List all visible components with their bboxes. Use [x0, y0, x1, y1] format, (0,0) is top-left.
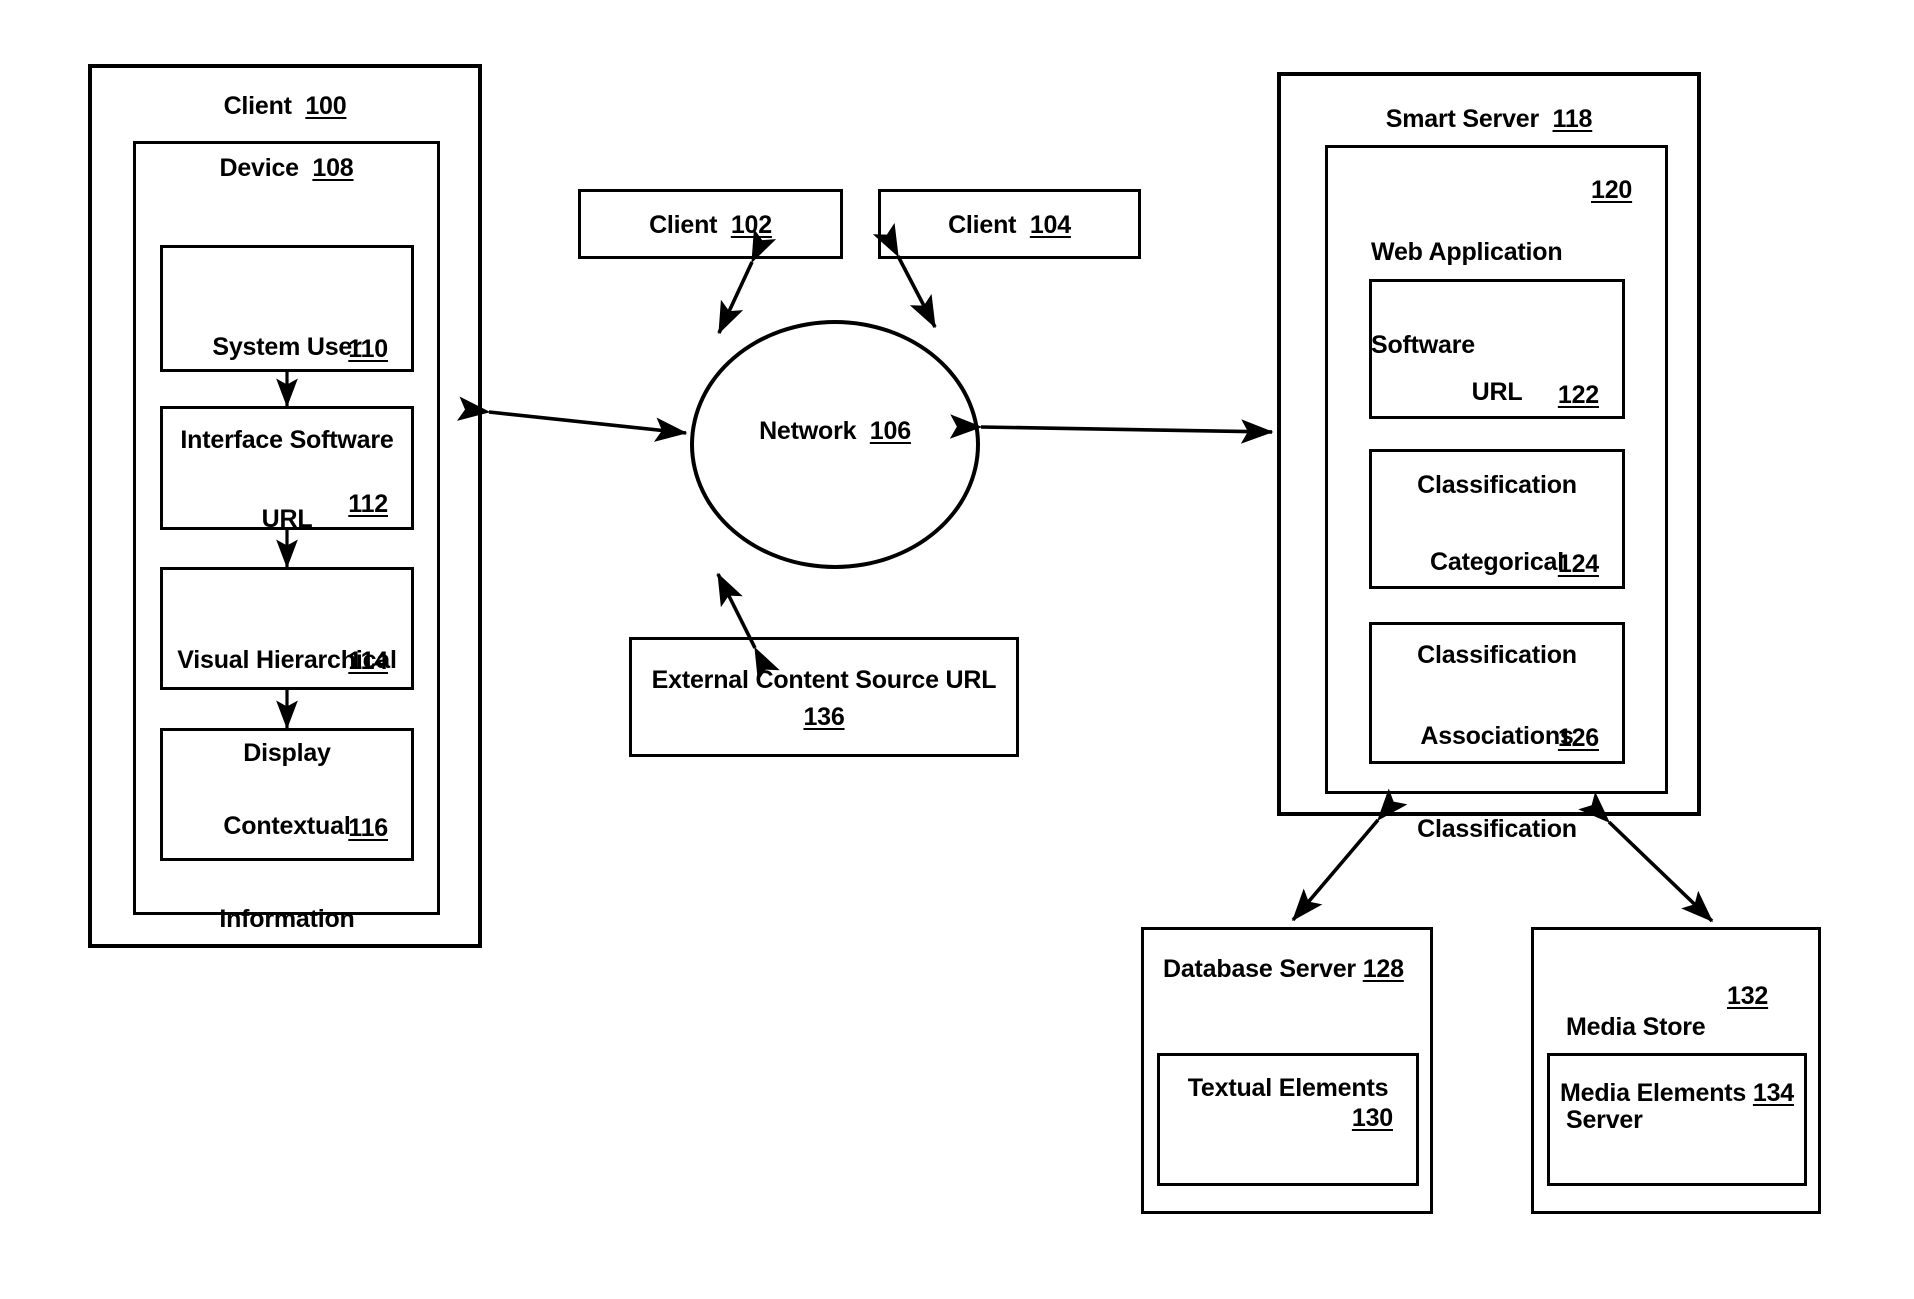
classifier-124-num: 124 [1557, 550, 1599, 578]
device-108-title-num: 108 [312, 154, 354, 182]
arrow-client104-network [872, 222, 937, 329]
textual-elements-130-label: Textual Elements [1187, 1074, 1389, 1102]
arrow-client100-network [456, 396, 688, 442]
arrow-smartserver-database [1291, 788, 1408, 922]
module-116-num: 116 [348, 814, 388, 842]
module-110-num: 110 [348, 335, 388, 363]
smart-server-118-title-text: Smart Server [1385, 105, 1540, 133]
media-elements-134-num: 134 [1752, 1079, 1795, 1107]
classifier-126-num: 126 [1557, 724, 1599, 752]
module-116-line2: Information [219, 905, 355, 933]
client-102-label: Client 102 [578, 210, 843, 241]
database-server-128-title: Database Server 128 [1163, 954, 1433, 985]
media-store-server-line1: Media Store [1566, 1013, 1706, 1041]
classifier-122-num: 122 [1557, 381, 1599, 409]
client-104-text: Client [948, 211, 1017, 239]
client-104-label: Client 104 [878, 210, 1141, 241]
external-content-source-box [629, 637, 1019, 757]
media-elements-134-text: Media Elements [1559, 1079, 1747, 1107]
database-server-128-title-text: Database Server [1163, 955, 1356, 983]
device-108-title: Device 108 [133, 153, 440, 184]
textual-elements-130-num: 130 [1351, 1104, 1393, 1132]
smart-server-118-title-num: 118 [1552, 105, 1593, 133]
media-store-server-132-num: 132 [1727, 982, 1769, 1010]
module-116-label: Contextual Information [160, 749, 414, 997]
web-application-software-120-num: 120 [1591, 176, 1633, 204]
external-content-source-label: External Content Source URL [651, 666, 997, 694]
network-106-text: Network [759, 417, 857, 445]
client-100-title-num: 100 [305, 92, 347, 120]
network-106-num: 106 [869, 417, 911, 445]
client-104-num: 104 [1029, 211, 1071, 239]
media-elements-134-box [1547, 1053, 1807, 1186]
arrow-network-smartserver [949, 414, 1274, 444]
database-server-128-title-num: 128 [1362, 955, 1404, 983]
module-112-num: 112 [348, 490, 388, 518]
web-app-line1: Web Application [1371, 238, 1563, 266]
classifier-126-label: Associations Classification [1369, 659, 1625, 907]
client-100-title: Client 100 [88, 91, 482, 122]
media-elements-134-label: Media Elements 134 [1547, 1078, 1807, 1109]
smart-server-118-title: Smart Server 118 [1277, 104, 1701, 135]
arrow-client102-network [717, 228, 777, 335]
classifier-126-line2: Classification [1417, 815, 1577, 843]
module-114-num: 114 [348, 647, 388, 675]
client-102-num: 102 [730, 211, 772, 239]
client-102-text: Client [649, 211, 718, 239]
device-108-title-text: Device [219, 154, 299, 182]
client-100-title-text: Client [223, 92, 292, 120]
patent-figure-canvas: Client 100 Device 108 System User Interf… [0, 0, 1914, 1299]
external-content-source-num: 136 [803, 703, 845, 731]
network-106-label: Network 106 [690, 416, 980, 447]
